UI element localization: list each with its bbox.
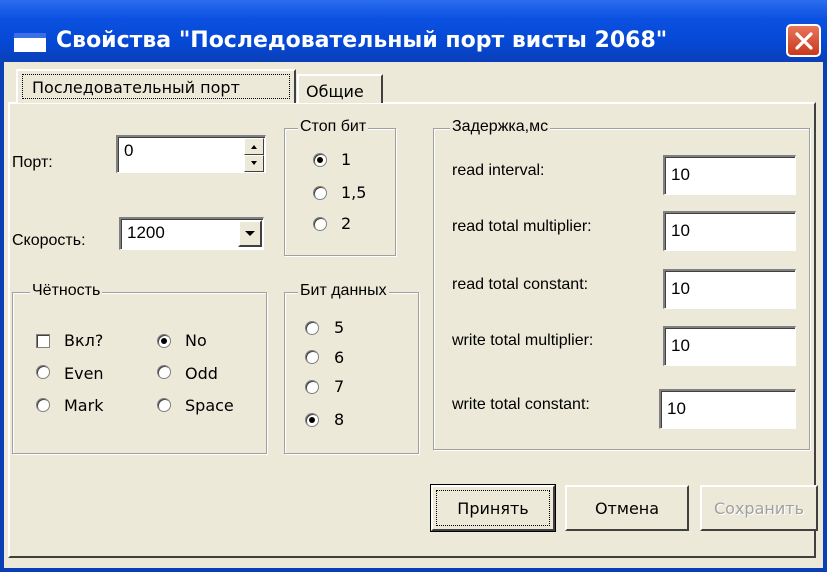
dropdown-button[interactable] (238, 220, 262, 247)
parity-option-label: Mark (64, 396, 104, 415)
cancel-button[interactable]: Отмена (565, 485, 689, 531)
parity-option-label: Odd (185, 364, 218, 383)
parity-option-label: Space (185, 396, 234, 415)
data-bits-option-label: 7 (334, 377, 345, 396)
data-bits-legend: Бит данных (298, 282, 389, 300)
read-total-constant-input[interactable]: 10 (663, 269, 796, 309)
title-bar[interactable]: Свойства "Последовательный порт висты 20… (0, 0, 827, 62)
arrow-up-icon (251, 145, 257, 149)
port-value: 0 (124, 141, 134, 160)
stop-bits-option-label: 2 (341, 214, 352, 233)
data-bits-radio-5[interactable] (305, 321, 319, 335)
tab-label: Общие (306, 82, 364, 101)
parity-radio-mark[interactable] (36, 398, 50, 412)
parity-radio-space[interactable] (157, 398, 171, 412)
parity-radio-odd[interactable] (157, 365, 171, 379)
spin-up-button[interactable] (244, 138, 264, 155)
read-total-multiplier-label: read total multiplier: (452, 218, 592, 235)
stop-bits-radio-2[interactable] (313, 217, 327, 231)
tab-serial-port[interactable]: Последовательный порт (16, 69, 296, 103)
tab-general[interactable]: Общие (297, 74, 383, 103)
apply-button-label: Принять (457, 499, 529, 518)
save-button[interactable]: Сохранить (700, 485, 818, 531)
stop-bits-legend: Стоп бит (298, 118, 369, 136)
speed-value: 1200 (127, 223, 165, 242)
parity-enable-label: Вкл? (64, 331, 104, 350)
window-title: Свойства "Последовательный порт висты 20… (56, 28, 668, 53)
stop-bits-option-label: 1 (341, 150, 352, 169)
data-bits-option-label: 6 (334, 348, 345, 367)
parity-group (12, 292, 267, 454)
delay-legend: Задержка,мс (450, 118, 551, 136)
data-bits-radio-7[interactable] (305, 380, 319, 394)
write-total-constant-value: 10 (667, 399, 686, 418)
parity-enable-checkbox[interactable] (36, 334, 50, 348)
parity-radio-even[interactable] (36, 365, 50, 379)
arrow-down-icon (251, 161, 257, 165)
data-bits-radio-8[interactable] (305, 413, 319, 427)
close-icon (795, 32, 813, 50)
data-bits-group (284, 292, 419, 454)
write-total-multiplier-label: write total multiplier: (452, 332, 594, 349)
write-total-multiplier-input[interactable]: 10 (663, 326, 796, 366)
read-total-constant-label: read total constant: (452, 276, 589, 293)
apply-button[interactable]: Принять (430, 484, 556, 532)
parity-option-label: Even (64, 364, 104, 383)
port-label: Порт: (12, 154, 53, 171)
stop-bits-option-label: 1,5 (341, 183, 367, 202)
write-total-multiplier-value: 10 (671, 336, 690, 355)
read-total-constant-value: 10 (671, 279, 690, 298)
properties-window: Свойства "Последовательный порт висты 20… (0, 0, 827, 572)
port-spin-input[interactable]: 0 (116, 135, 266, 173)
data-bits-option-label: 8 (334, 410, 345, 429)
speed-label: Скорость: (12, 232, 86, 249)
read-interval-input[interactable]: 10 (663, 155, 796, 195)
data-bits-option-label: 5 (334, 318, 345, 337)
chevron-down-icon (245, 231, 255, 236)
window-icon (14, 33, 46, 52)
parity-radio-no[interactable] (157, 334, 171, 348)
stop-bits-group (284, 128, 396, 256)
read-interval-label: read interval: (452, 162, 545, 179)
speed-dropdown[interactable]: 1200 (119, 217, 264, 250)
stop-bits-radio-1[interactable] (313, 153, 327, 167)
cancel-button-label: Отмена (594, 499, 660, 518)
data-bits-radio-6[interactable] (305, 350, 319, 364)
parity-option-label: No (185, 331, 207, 350)
read-interval-value: 10 (671, 165, 690, 184)
dialog-client-area: Последовательный порт Общие Порт: 0 Скор… (4, 62, 823, 568)
read-total-multiplier-input[interactable]: 10 (663, 211, 796, 251)
close-button[interactable] (786, 24, 821, 57)
write-total-constant-label: write total constant: (452, 396, 590, 413)
stop-bits-radio-1-5[interactable] (313, 186, 327, 200)
parity-legend: Чётность (30, 282, 103, 300)
read-total-multiplier-value: 10 (671, 221, 690, 240)
spin-down-button[interactable] (244, 155, 264, 172)
tab-label: Последовательный порт (32, 78, 240, 97)
write-total-constant-input[interactable]: 10 (659, 389, 796, 429)
save-button-label: Сохранить (714, 499, 804, 518)
